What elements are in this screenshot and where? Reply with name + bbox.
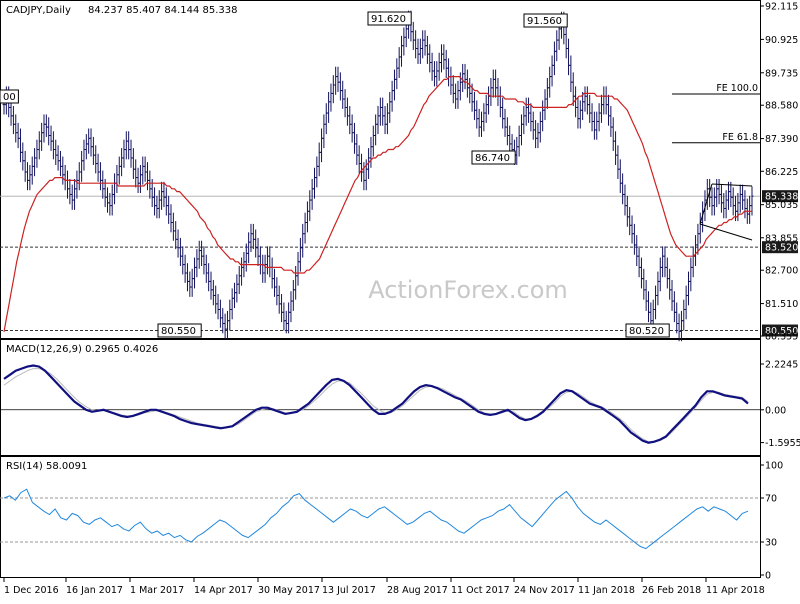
- rsi-y-tick-label: 30: [765, 538, 777, 549]
- time-x-tick-label: 11 Apr 2018: [706, 585, 765, 596]
- macd-y-axis: 2.2245 0.00 -1.5955: [760, 360, 800, 449]
- time-x-tick-label: 26 Feb 2018: [642, 585, 701, 596]
- time-x-tick-label: 13 Jul 2017: [322, 585, 376, 596]
- price-y-tick-label: 88.580: [765, 101, 798, 112]
- time-x-tick-label: 11 Oct 2017: [451, 585, 510, 596]
- fibonacci-extension-label: FE 100.0: [716, 83, 758, 94]
- support-level-label: 83.520: [765, 243, 798, 254]
- price-y-axis: 92.115 90.925 89.735 88.580 87.390 86.225 85.0…: [760, 2, 798, 343]
- price-annotation-label: 00: [3, 92, 16, 103]
- price-annotation-label: 86.740: [475, 153, 510, 164]
- macd-y-tick-label: -1.5955: [765, 438, 800, 449]
- price-y-tick-label: 87.390: [765, 134, 798, 145]
- price-y-tick-label: 89.735: [765, 68, 798, 79]
- price-y-tick-label: 86.225: [765, 167, 798, 178]
- price-y-tick-label: 92.115: [765, 2, 798, 13]
- rsi-panel-frame: [0, 456, 761, 578]
- time-x-tick-label: 24 Nov 2017: [514, 585, 575, 596]
- rsi-y-tick-label: 0: [765, 571, 771, 582]
- price-annotation-label: 80.550: [161, 326, 196, 337]
- time-x-tick-label: 16 Jan 2017: [66, 585, 123, 596]
- price-annotation-label: 91.560: [527, 16, 562, 27]
- price-y-tick-label: 81.510: [765, 299, 798, 310]
- fibonacci-extension-label: FE 61.8: [722, 132, 758, 143]
- price-ohlc-header: 84.237 85.407 84.144 85.338: [88, 5, 238, 16]
- price-y-tick-label: 80.355: [765, 332, 798, 343]
- price-annotation-label: 91.620: [371, 14, 406, 25]
- price-y-tick-label: 85.035: [765, 200, 798, 211]
- price-y-tick-label: 82.700: [765, 266, 798, 277]
- chart-root: ActionForex.com 83.520 80.550 85.338 FE 100…: [0, 0, 800, 600]
- rsi-y-tick-label: 100: [765, 461, 783, 472]
- chart-canvas: ActionForex.com 83.52080.55085.338FE 100…: [0, 0, 800, 596]
- time-x-tick-label: 1 Mar 2017: [130, 585, 184, 596]
- price-y-tick-label: 83.855: [765, 233, 798, 244]
- price-annotation-label: 80.520: [629, 326, 664, 337]
- rsi-y-tick-label: 70: [765, 494, 777, 505]
- macd-y-tick-label: 0.00: [765, 405, 786, 416]
- macd-panel-title: MACD(12,26,9) 0.2965 0.4026: [6, 344, 158, 355]
- macd-y-tick-label: 2.2245: [765, 360, 798, 371]
- rsi-y-axis: 100 70 30 0: [760, 461, 783, 582]
- rsi-panel-title: RSI(14) 58.0091: [6, 461, 87, 472]
- time-x-tick-label: 14 Apr 2017: [194, 585, 253, 596]
- time-x-tick-label: 30 May 2017: [258, 585, 320, 596]
- watermark-text: ActionForex.com: [368, 276, 568, 304]
- price-panel-title: CADJPY,Daily: [6, 5, 71, 16]
- macd-panel-frame: [0, 339, 761, 456]
- time-x-tick-label: 11 Jan 2018: [578, 585, 635, 596]
- time-x-tick-label: 28 Aug 2017: [387, 585, 448, 596]
- price-y-tick-label: 90.925: [765, 35, 798, 46]
- time-x-axis: 1 Dec 2016 16 Jan 2017 1 Mar 2017 14 Apr 20…: [3, 578, 765, 596]
- time-x-tick-label: 1 Dec 2016: [4, 585, 59, 596]
